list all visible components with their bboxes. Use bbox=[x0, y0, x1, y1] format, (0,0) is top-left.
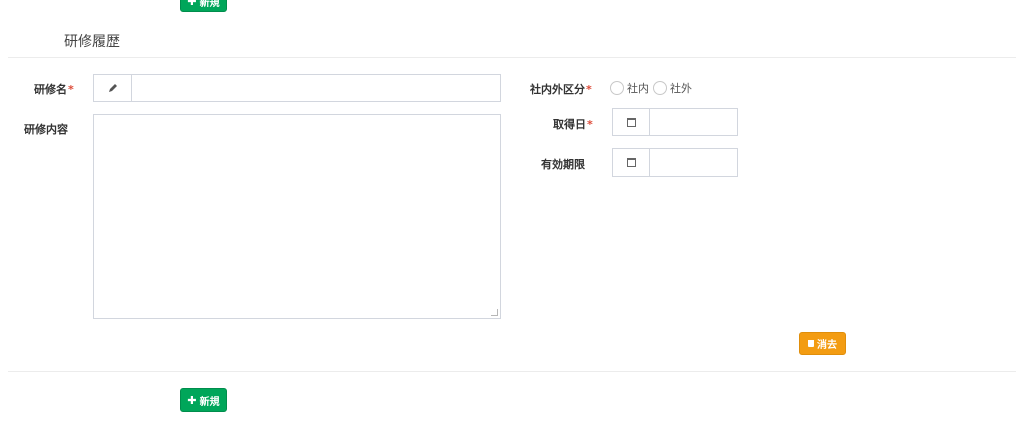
radio-internal-label: 社内 bbox=[627, 82, 649, 95]
radio-external[interactable]: 社外 bbox=[653, 80, 692, 96]
radio-circle[interactable] bbox=[653, 81, 667, 95]
plus-icon: ✚ bbox=[187, 393, 197, 407]
training-name-label: 研修名* bbox=[34, 83, 74, 96]
divider bbox=[8, 371, 1016, 372]
training-content-label: 研修内容 bbox=[24, 123, 68, 136]
delete-button-label: 消去 bbox=[817, 340, 837, 351]
calendar-icon[interactable] bbox=[612, 108, 649, 136]
radio-circle[interactable] bbox=[610, 81, 624, 95]
new-button-top[interactable]: ✚ 新規 bbox=[180, 0, 227, 12]
validity-input[interactable] bbox=[649, 148, 738, 177]
trash-icon bbox=[808, 340, 814, 347]
validity-group bbox=[612, 148, 738, 177]
new-button-label: 新規 bbox=[199, 0, 220, 9]
calendar-icon[interactable] bbox=[612, 148, 649, 177]
validity-label: 有効期限 bbox=[541, 158, 585, 171]
acquired-date-group bbox=[612, 108, 738, 136]
category-label: 社内外区分* bbox=[530, 83, 592, 96]
training-name-group bbox=[93, 74, 501, 102]
pencil-icon bbox=[93, 74, 131, 102]
resize-handle[interactable] bbox=[491, 309, 498, 316]
radio-external-label: 社外 bbox=[670, 82, 692, 95]
new-button-label: 新規 bbox=[199, 396, 220, 408]
divider bbox=[8, 57, 1016, 58]
plus-icon: ✚ bbox=[187, 0, 197, 8]
training-name-input[interactable] bbox=[131, 74, 501, 102]
acquired-date-input[interactable] bbox=[649, 108, 738, 136]
radio-internal[interactable]: 社内 bbox=[610, 80, 649, 96]
training-content-textarea[interactable] bbox=[93, 114, 501, 319]
acquired-date-label: 取得日* bbox=[553, 118, 593, 131]
delete-button[interactable]: 消去 bbox=[799, 332, 846, 355]
category-radio-group: 社内 社外 bbox=[610, 80, 696, 96]
new-button[interactable]: ✚ 新規 bbox=[180, 388, 227, 412]
section-title: 研修履歴 bbox=[64, 34, 120, 50]
